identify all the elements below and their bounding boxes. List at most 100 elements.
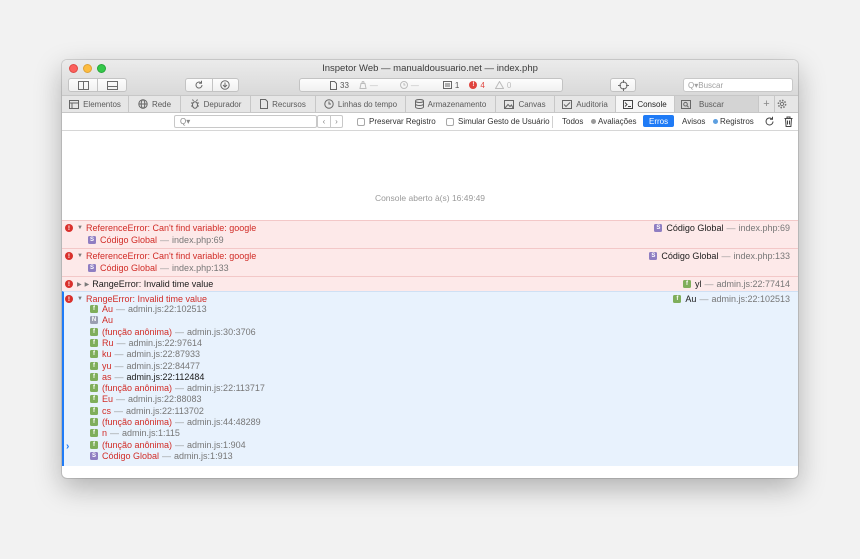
reload-icon[interactable] — [186, 80, 212, 90]
dock-bottom-icon[interactable] — [98, 80, 126, 90]
stack-frame[interactable]: f cs — admin.js:22:113702 — [90, 406, 204, 416]
function-badge-icon: f — [90, 350, 98, 359]
frame-location: admin.js:1:913 — [174, 450, 233, 461]
tab-elements[interactable]: Elementos — [62, 96, 129, 112]
stack-frame[interactable]: f (função anônima) — admin.js:30:3706 — [90, 327, 256, 337]
download-icon[interactable] — [213, 80, 239, 90]
frame-function-name: Ru — [102, 337, 114, 348]
stack-frame[interactable]: f as — admin.js:22:112484 — [90, 372, 204, 382]
frame-separator: — — [162, 450, 172, 461]
emulate-gesture-box[interactable] — [446, 117, 454, 126]
previous-arrow-icon[interactable]: ‹ — [318, 116, 330, 127]
native-badge-icon: N — [90, 316, 98, 325]
add-tab-button[interactable]: + — [759, 96, 775, 112]
message-source-link[interactable]: f Au — admin.js:22:102513 — [673, 294, 790, 304]
error-icon: ! — [469, 81, 478, 89]
message-source-link[interactable]: f yl — admin.js:22:77414 — [682, 279, 790, 289]
frame-location: admin.js:30:3706 — [187, 326, 256, 337]
frame-location: admin.js:44:48289 — [187, 417, 261, 427]
preserve-log-box[interactable] — [357, 117, 365, 126]
console-filter-input[interactable]: Q▾ — [174, 115, 317, 128]
tab-search[interactable]: Buscar — [675, 96, 759, 112]
stack-frame[interactable]: f Ru — admin.js:22:97614 — [90, 338, 202, 348]
frame-separator: — — [114, 349, 124, 360]
tab-network[interactable]: Rede — [129, 96, 181, 112]
stack-frame[interactable]: S Código Global — admin.js:1:913 — [90, 451, 233, 461]
element-picker-button[interactable] — [610, 78, 636, 92]
audit-icon — [562, 99, 573, 109]
dashboard[interactable]: 33 — — 1 ! 4 0 — [299, 78, 563, 92]
message-source-link[interactable]: S Código Global — index.php:69 — [654, 223, 790, 233]
console-message[interactable]: ! ▼ ReferenceError: Can't find variable:… — [62, 248, 798, 276]
console-message[interactable]: ! ▶ ▶ RangeError: Invalid time value f y… — [62, 276, 798, 291]
tab-storage[interactable]: Armazenamento — [406, 96, 496, 112]
frame-function-name: as — [102, 371, 112, 382]
disclosure-triangle-icon[interactable]: ▼ — [77, 296, 83, 302]
filter-evaluations[interactable]: Avaliações — [591, 117, 637, 126]
filter-errors[interactable]: Erros — [643, 115, 675, 127]
function-badge-icon: f — [90, 361, 98, 370]
frame-location: admin.js:22:102513 — [128, 304, 207, 314]
message-text: ReferenceError: Can't find variable: goo… — [85, 223, 257, 233]
elements-icon — [69, 99, 80, 109]
script-badge-icon: S — [88, 264, 96, 272]
settings-gear-icon[interactable] — [775, 96, 789, 112]
stack-frame[interactable]: f ku — admin.js:22:87933 — [90, 349, 200, 359]
emulate-gesture-checkbox[interactable]: Simular Gesto de Usuário — [446, 117, 550, 126]
stack-frame[interactable]: f Eu — admin.js:22:88083 — [90, 394, 202, 404]
script-badge-icon: S — [90, 451, 98, 460]
tab-timelines[interactable]: Linhas do tempo — [316, 96, 406, 112]
message-line: ! ▼ RangeError: Invalid time value — [65, 294, 207, 304]
clear-console-trash-icon[interactable] — [784, 116, 793, 129]
tab-console[interactable]: Console — [616, 96, 675, 112]
window-title: Inspetor Web — manualdousuario.net — ind… — [322, 63, 538, 74]
stack-frame[interactable]: f n — admin.js:1:115 — [90, 428, 180, 438]
disclosure-triangle-icon[interactable]: ▼ — [77, 253, 83, 259]
console-filter-bar: Q▾ ‹ › Preservar Registro Simular Gesto … — [62, 113, 798, 131]
frame-separator: — — [110, 428, 120, 439]
disclosure-triangle-icon[interactable]: ▶ — [85, 281, 90, 288]
function-badge-icon: f — [682, 280, 691, 288]
tab-debugger[interactable]: Depurador — [181, 96, 251, 112]
resources-icon — [260, 99, 269, 109]
stack-frame[interactable]: f yu — admin.js:22:84477 — [90, 361, 200, 371]
filter-all[interactable]: Todos — [562, 117, 583, 126]
frame-separator: — — [116, 304, 126, 314]
message-source-link[interactable]: S Código Global — index.php:133 — [649, 251, 790, 261]
stack-frame[interactable]: f Au — admin.js:22:102513 — [90, 304, 207, 314]
next-arrow-icon[interactable]: › — [330, 116, 342, 127]
toolbar-search-input[interactable]: Q▾ Buscar — [683, 78, 793, 92]
stack-frame[interactable]: N Au — [90, 315, 113, 325]
disclosure-triangle-icon[interactable]: ▼ — [77, 225, 83, 231]
resources-size: — — [349, 81, 378, 90]
console-prompt[interactable]: › — [66, 441, 69, 452]
frame-separator: — — [114, 360, 124, 371]
frame-function-name: yu — [102, 360, 112, 371]
preserve-log-checkbox[interactable]: Preservar Registro — [357, 117, 436, 126]
console-message-selected[interactable]: ! ▼ RangeError: Invalid time value f Au … — [62, 291, 798, 466]
stack-frame[interactable]: S Código Global — index.php:133 — [88, 263, 229, 273]
tab-resources[interactable]: Recursos — [251, 96, 316, 112]
stack-frame[interactable]: f (função anônima) — admin.js:22:113717 — [90, 383, 265, 393]
frame-location: admin.js:22:112484 — [126, 371, 205, 382]
timelines-icon — [324, 99, 334, 109]
function-badge-icon: f — [90, 305, 98, 313]
tab-audit[interactable]: Auditoria — [555, 96, 616, 112]
expand-arrow-icon[interactable]: ▶ — [77, 281, 82, 288]
filter-logs[interactable]: Registros — [713, 117, 754, 126]
filter-warnings[interactable]: Avisos — [682, 117, 705, 126]
message-line: ! ▶ ▶ RangeError: Invalid time value — [65, 279, 213, 289]
stack-frame[interactable]: f (função anônima) — admin.js:44:48289 — [90, 417, 261, 427]
stack-frame[interactable]: f (função anônima) — admin.js:1:904 — [90, 440, 246, 450]
stack-frame[interactable]: S Código Global — index.php:69 — [88, 235, 224, 245]
tab-bar: Elementos Rede Depurador Recursos Linhas… — [62, 96, 798, 113]
console-message[interactable]: ! ▼ ReferenceError: Can't find variable:… — [62, 220, 798, 248]
reload-console-icon[interactable] — [764, 116, 775, 129]
tab-canvas[interactable]: Canvas — [496, 96, 555, 112]
dock-side-icon[interactable] — [69, 80, 97, 90]
frame-separator: — — [116, 337, 126, 348]
frame-function-name: n — [102, 428, 108, 439]
logs-count: 1 — [419, 81, 459, 90]
error-icon: ! — [65, 280, 73, 288]
frame-location: admin.js:1:115 — [122, 428, 180, 439]
